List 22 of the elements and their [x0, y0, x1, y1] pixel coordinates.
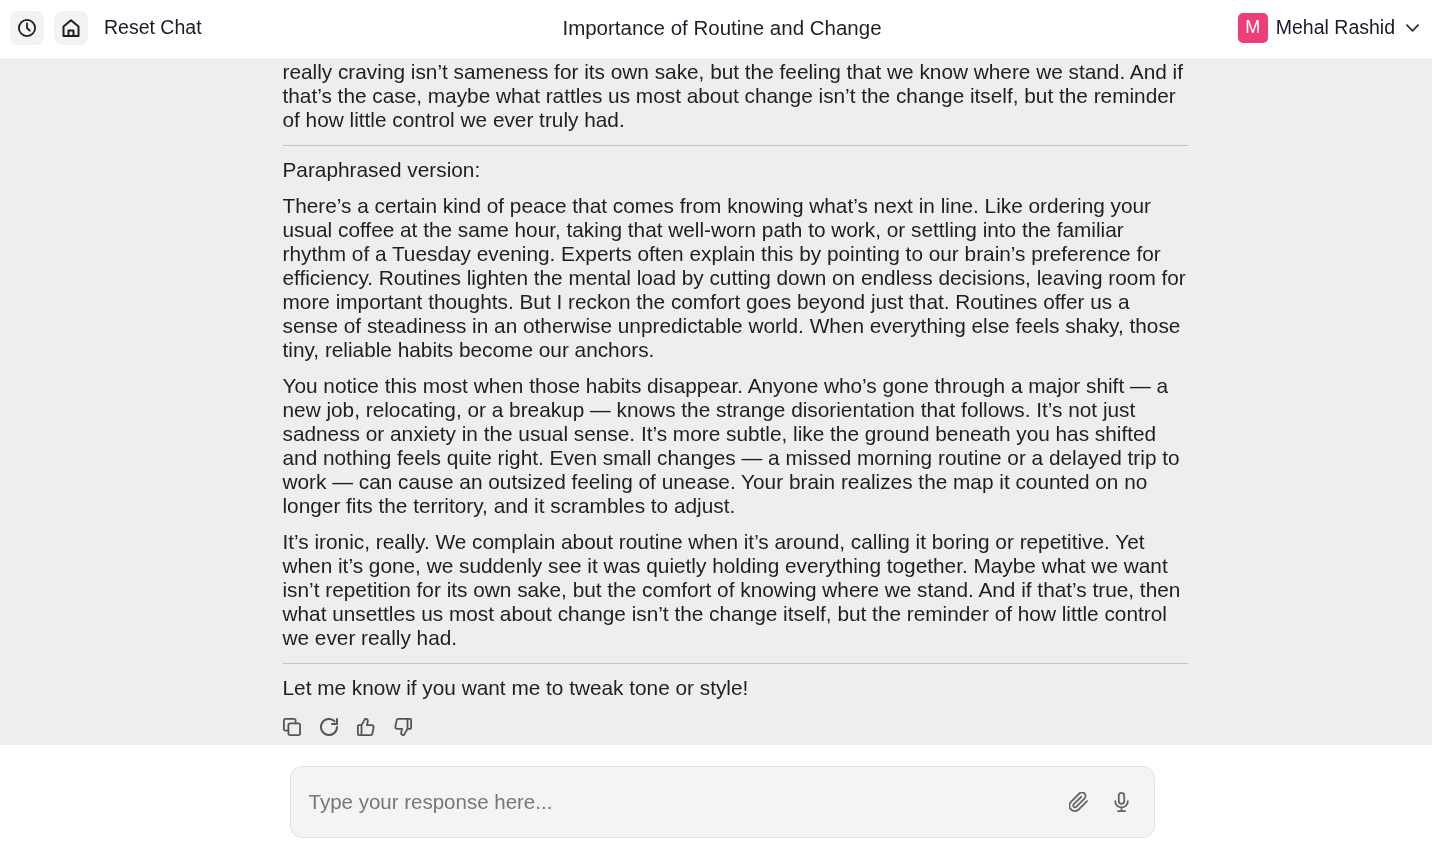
message-input-field[interactable]: Type your response here...: [289, 766, 1155, 838]
microphone-icon[interactable]: [1111, 792, 1131, 812]
message-paragraph: Paraphrased version:: [282, 158, 482, 182]
message-paragraph: It’s ironic, really. We complain about routine when it’s around, calling it boring or repetitive. Yet when it’s gone, we suddenly see it was quietly holding everything together. Maybe what we want isn’t repetition for its own sake, but the comfort of knowing where we stand. And if that’s true, then what unsettles us most about change isn’t the change itself, but the reminder of how little control we ever really had.: [282, 530, 1182, 650]
clock-icon: [18, 18, 36, 37]
home-button[interactable]: [54, 10, 88, 45]
message-paragraph: Let me know if you want me to tweak tone or style!: [282, 676, 750, 700]
message-paragraph: There’s a certain kind of peace that comes from knowing what’s next in line. Like ordering your usual coffee at the same hour, taking that well-worn path to work, or settling into the familiar rhythm of a Tuesday evening. Experts often explain this by pointing to our brain’s preference for efficiency. Routines lighten the mental load by cutting down on endless decisions, leaving room for more important thoughts. But I reckon the comfort goes beyond just that. Routines offer us a sense of steadiness in an otherwise unpredictable world. When everything else feels shaky, those tiny, reliable habits become our anchors.: [282, 194, 1187, 362]
refresh-icon[interactable]: [319, 718, 338, 736]
home-icon: [62, 18, 80, 37]
reset-chat-button[interactable]: Reset Chat: [104, 14, 202, 41]
chevron-down-icon[interactable]: [1406, 23, 1419, 32]
message-paragraph: You notice this most when those habits disappear. Anyone who’s gone through a major shift — a new job, relocating, or a breakup — knows the strange disorientation that follows. It’s not just sadness or anxiety in the usual sense. It’s more subtle, like the ground beneath you has shifted and nothing feels quite right. Even small changes — a missed morning routine or a delayed trip to work — can cause an outsized feeling of unease. Your brain realizes the map it counted on no longer fits the territory, and it scrambles to adjust.: [282, 374, 1181, 518]
copy-icon[interactable]: [282, 718, 301, 736]
paperclip-icon[interactable]: [1068, 792, 1088, 812]
history-button[interactable]: [10, 10, 44, 45]
chat-title: Importance of Routine and Change: [562, 15, 882, 40]
message-paragraph: really craving isn’t sameness for its own sake, but the feeling that we know where we stand. And if that’s the case, maybe what rattles us most about change isn’t the change itself, but the reminder of how little control we ever truly had.: [282, 60, 1184, 132]
thumbs-down-icon[interactable]: [393, 718, 412, 736]
thumbs-up-icon[interactable]: [356, 718, 375, 736]
user-name[interactable]: Mehal Rashid: [1275, 16, 1395, 39]
user-avatar: M: [1237, 12, 1268, 43]
